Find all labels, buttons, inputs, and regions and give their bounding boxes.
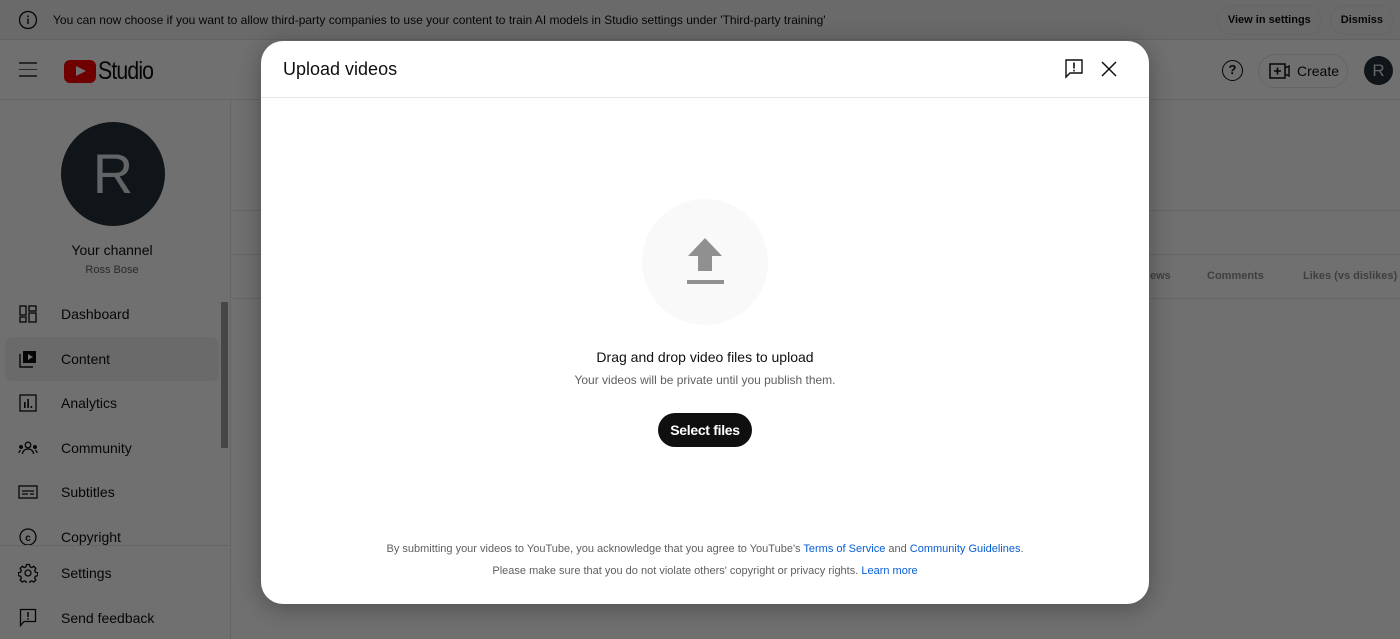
terms-of-service-link[interactable]: Terms of Service <box>803 543 885 555</box>
select-files-button[interactable]: Select files <box>658 413 752 447</box>
dialog-header: Upload videos <box>261 41 1149 98</box>
upload-icon <box>687 238 724 284</box>
legal-notice: By submitting your videos to YouTube, yo… <box>261 538 1149 582</box>
legal-line-2: Please make sure that you do not violate… <box>261 560 1149 582</box>
legal-text: . <box>1020 543 1024 555</box>
dialog-title: Upload videos <box>283 59 398 79</box>
privacy-note: Your videos will be private until you pu… <box>574 373 836 387</box>
upload-drop-zone[interactable] <box>642 199 768 325</box>
upload-videos-dialog: Upload videos Drag and drop video files … <box>261 41 1149 604</box>
legal-text: and <box>885 543 910 555</box>
community-guidelines-link[interactable]: Community Guidelines <box>910 543 1021 555</box>
drag-drop-text: Drag and drop video files to upload <box>596 349 814 365</box>
close-icon[interactable] <box>1100 60 1118 78</box>
legal-text: By submitting your videos to YouTube, yo… <box>386 543 804 555</box>
legal-text: Please make sure that you do not violate… <box>492 565 862 577</box>
feedback-icon[interactable] <box>1064 58 1084 80</box>
learn-more-link[interactable]: Learn more <box>861 565 917 577</box>
legal-line-1: By submitting your videos to YouTube, yo… <box>261 538 1149 560</box>
